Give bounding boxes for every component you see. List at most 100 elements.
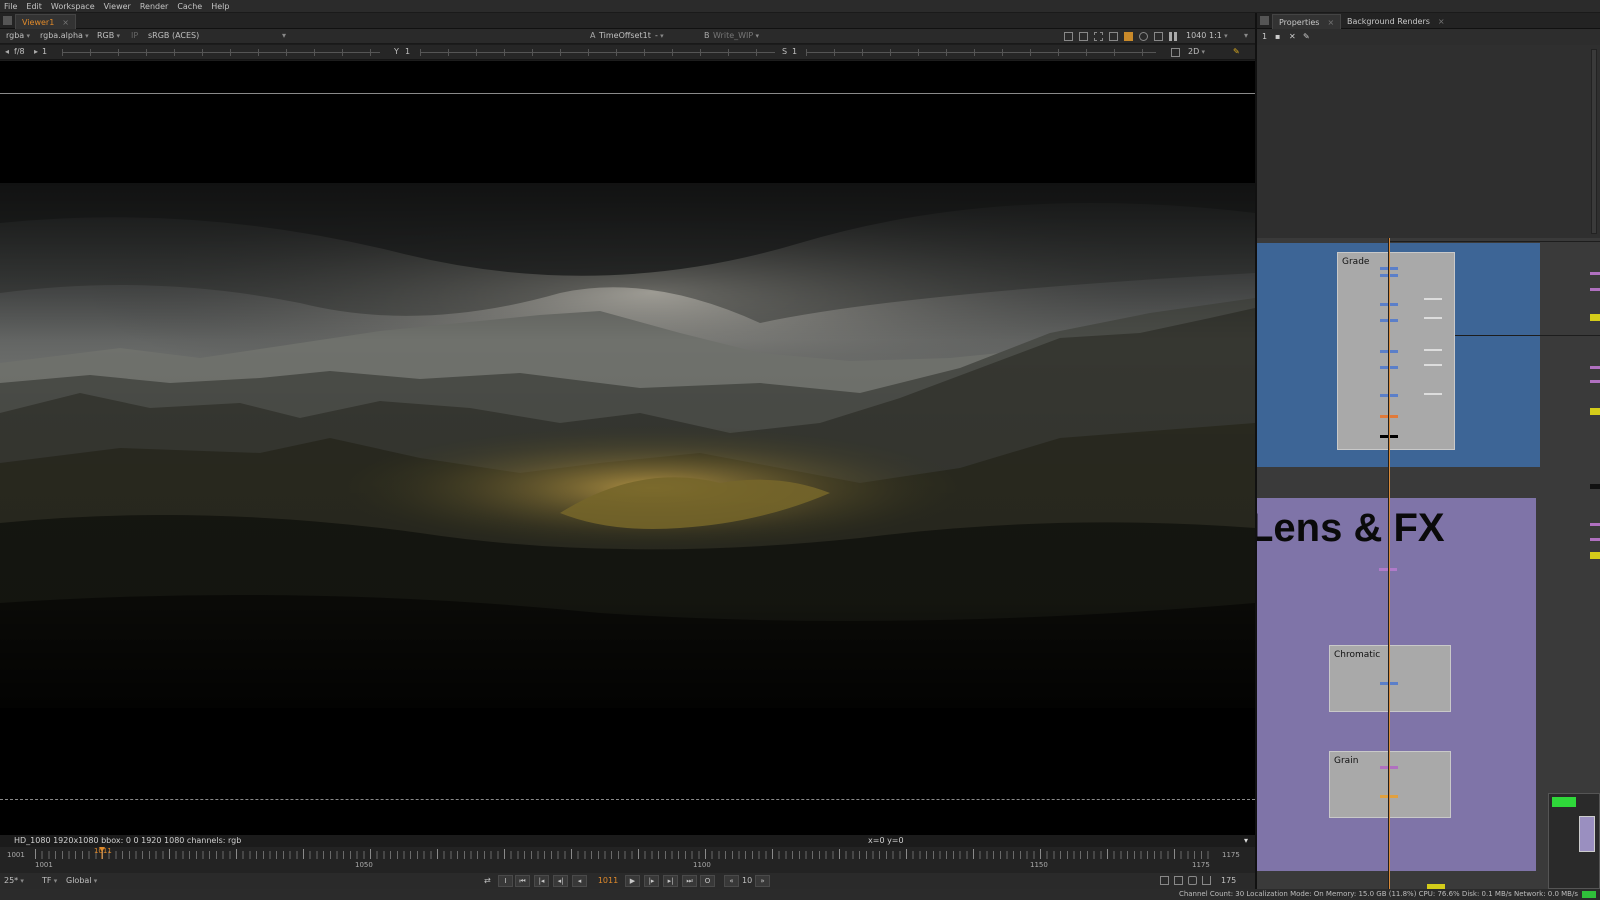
alpha-dropdown[interactable]: rgba.alpha	[40, 31, 89, 40]
compare-op-dropdown[interactable]: -	[655, 31, 664, 40]
skip-forward-icon[interactable]: »	[755, 875, 770, 887]
sub-node[interactable]	[1424, 298, 1442, 300]
node-grain[interactable]: Grain	[1329, 751, 1451, 818]
safe-area-icon[interactable]	[1079, 32, 1088, 41]
cache-icon[interactable]	[1124, 32, 1133, 41]
close-icon[interactable]: ×	[1438, 17, 1445, 26]
playhead-frame-label: 1011	[93, 847, 112, 855]
zoom-dropdown[interactable]: 1:1	[1209, 31, 1228, 40]
menu-help[interactable]: Help	[211, 2, 229, 11]
end-frame-field[interactable]: 175	[1221, 876, 1236, 885]
timeline[interactable]: 1001 1011 1001 1050 1100 1150 1175 1175	[0, 847, 1255, 873]
prev-keyframe-icon[interactable]: |◂	[534, 875, 549, 887]
tab-background-renders-label: Background Renders	[1347, 17, 1430, 26]
viewer-info-bar: HD_1080 1920x1080 bbox: 0 0 1920 1080 ch…	[0, 835, 1255, 847]
gamma-value[interactable]: 1	[405, 47, 410, 56]
saturation-value[interactable]: 1	[792, 47, 797, 56]
roi-icon[interactable]	[1064, 32, 1073, 41]
gain-arrow-right-icon[interactable]: ▸	[34, 47, 38, 56]
timeline-major-ticks	[35, 849, 1210, 859]
ip-toggle[interactable]: IP	[131, 31, 138, 40]
lock-icon[interactable]	[1188, 876, 1197, 885]
view-mode-dropdown[interactable]: 2D	[1188, 47, 1205, 56]
skip-back-icon[interactable]: «	[724, 875, 739, 887]
frame-field[interactable]: 1011	[597, 875, 619, 887]
viewer-canvas[interactable]	[0, 61, 1255, 835]
format-boundary-bottom	[0, 799, 1255, 800]
node-chromatic[interactable]: Chromatic	[1329, 645, 1451, 712]
lock-icon[interactable]: ▪	[1275, 32, 1280, 41]
menu-render[interactable]: Render	[140, 2, 168, 11]
menu-file[interactable]: File	[4, 2, 17, 11]
timeline-start-field[interactable]: 1001	[7, 851, 25, 859]
format-info: HD_1080 1920x1080 bbox: 0 0 1920 1080 ch…	[14, 836, 242, 845]
first-frame-icon[interactable]: ⏮	[515, 875, 530, 887]
menu-viewer[interactable]: Viewer	[104, 2, 131, 11]
flipbook-icon[interactable]	[1160, 876, 1169, 885]
step-forward-icon[interactable]: |▸	[644, 875, 659, 887]
max-panels-field[interactable]: 1	[1262, 32, 1267, 41]
out-point-icon[interactable]: O	[700, 875, 715, 887]
tab-viewer1[interactable]: Viewer1 ×	[15, 14, 76, 29]
info-menu-icon[interactable]: ▾	[1244, 836, 1248, 845]
viewer-mode-icon[interactable]	[1171, 48, 1180, 57]
close-icon[interactable]: ×	[1327, 18, 1334, 27]
sub-node[interactable]	[1424, 393, 1442, 395]
input-a-dropdown[interactable]: TimeOffset1t	[599, 31, 651, 40]
channels-dropdown[interactable]: rgba	[6, 31, 30, 40]
colorspace-dropdown[interactable]: sRGB (ACES)	[148, 31, 199, 40]
clip-warning-icon[interactable]	[1109, 32, 1118, 41]
input-b-dropdown[interactable]: Write_WIP	[713, 31, 759, 40]
close-icon[interactable]: ×	[62, 18, 69, 27]
range-mode-dropdown[interactable]: Global	[66, 876, 97, 885]
viewer-toolbar-top: rgba rgba.alpha RGB IP sRGB (ACES) ▾ A T…	[0, 29, 1255, 44]
gain-value[interactable]: 1	[42, 47, 47, 56]
menu-cache[interactable]: Cache	[177, 2, 202, 11]
sub-node[interactable]	[1424, 349, 1442, 351]
menu-workspace[interactable]: Workspace	[51, 2, 95, 11]
timeline-end-field[interactable]: 1175	[1222, 851, 1240, 859]
menu-edit[interactable]: Edit	[26, 2, 42, 11]
tab-properties[interactable]: Properties ×	[1272, 14, 1342, 29]
paint-brush-icon[interactable]: ✎	[1233, 47, 1240, 56]
refresh-icon[interactable]	[1139, 32, 1148, 41]
tf-dropdown[interactable]: TF	[42, 876, 57, 885]
play-back-icon[interactable]: ◂	[572, 875, 587, 887]
gain-arrow-icon[interactable]: ◂	[5, 47, 9, 56]
fps-dropdown[interactable]: 25*	[4, 876, 24, 885]
chevron-down-icon[interactable]: ▾	[282, 31, 286, 40]
tab-properties-label: Properties	[1279, 18, 1320, 27]
timeline-mark-1050: 1050	[355, 861, 373, 869]
sub-node[interactable]	[1424, 364, 1442, 366]
panel-menu-icon[interactable]	[3, 16, 12, 25]
display-dropdown[interactable]: RGB	[97, 31, 120, 40]
node-grade[interactable]: Grade	[1337, 252, 1455, 450]
edit-icon[interactable]: ✎	[1303, 32, 1310, 41]
properties-body	[1257, 45, 1600, 238]
proxy-icon[interactable]	[1154, 32, 1163, 41]
step-back-icon[interactable]: ◂|	[553, 875, 568, 887]
render-icon[interactable]	[1174, 876, 1183, 885]
tab-background-renders[interactable]: Background Renders ×	[1341, 14, 1451, 29]
node-graph-minimap[interactable]	[1548, 793, 1600, 889]
chevron-down-icon[interactable]: ▾	[1244, 31, 1248, 40]
side-knob	[1590, 314, 1600, 321]
play-forward-icon[interactable]: ▶	[625, 875, 640, 887]
resolution-dropdown[interactable]: 1040	[1186, 31, 1206, 40]
panel-menu-icon[interactable]	[1260, 16, 1269, 25]
side-knob	[1590, 408, 1600, 415]
in-point-icon[interactable]: I	[498, 875, 513, 887]
clear-panels-icon[interactable]: ✕	[1289, 32, 1296, 41]
step-field[interactable]: 10	[742, 876, 752, 885]
sub-node[interactable]	[1424, 317, 1442, 319]
loop-icon[interactable]: ⇄	[484, 876, 491, 885]
node-graph[interactable]: Lens & FX Grade Chromatic Grain	[1257, 238, 1600, 889]
properties-scrollbar[interactable]	[1591, 49, 1597, 234]
pause-icon[interactable]	[1169, 32, 1177, 41]
checker-icon[interactable]	[1094, 32, 1103, 41]
export-icon[interactable]	[1202, 876, 1211, 885]
next-keyframe-icon[interactable]: ▸|	[663, 875, 678, 887]
side-knob	[1590, 552, 1600, 559]
last-frame-icon[interactable]: ⏭	[682, 875, 697, 887]
minimap-viewport	[1552, 797, 1576, 807]
